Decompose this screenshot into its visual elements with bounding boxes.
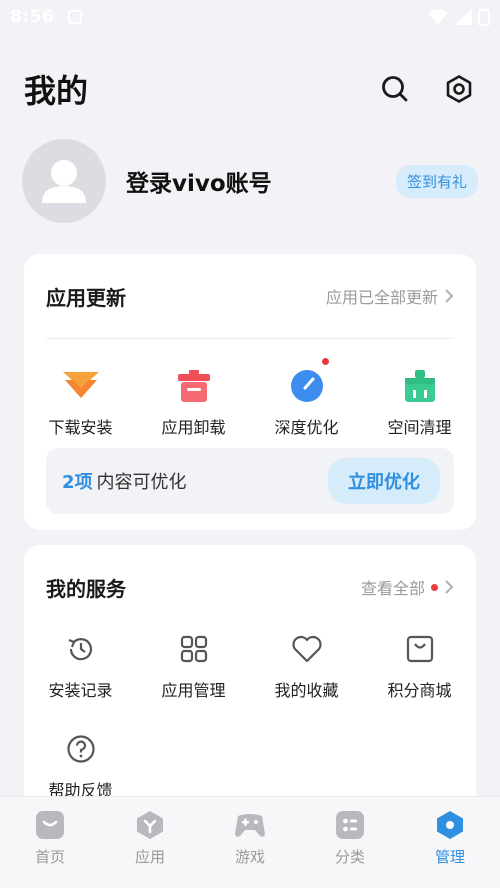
deep-optimize-label: 深度优化 <box>274 418 339 437</box>
checkin-badge[interactable]: 签到有礼 <box>395 164 478 198</box>
optimize-count: 2项 <box>62 472 93 493</box>
update-tools-grid: 下载安装 应用卸载 深度优化 空间清理 <box>24 358 476 438</box>
profile-section[interactable]: 登录vivo账号 签到有礼 <box>22 138 478 224</box>
app-manage-grid-icon <box>180 635 207 663</box>
tab-games[interactable]: 游戏 <box>200 797 300 888</box>
bottom-tab-bar: 首页 应用 游戏 分类 管理 <box>0 796 500 888</box>
help-question-icon <box>66 735 95 763</box>
tab-apps[interactable]: 应用 <box>100 797 200 888</box>
space-clean-label: 空间清理 <box>387 418 452 437</box>
view-all-red-dot <box>431 583 438 591</box>
my-favorites-item[interactable]: 我的收藏 <box>250 629 363 701</box>
help-feedback-item[interactable]: 帮助反馈 <box>24 729 137 801</box>
app-uninstall-item[interactable]: 应用卸载 <box>137 366 250 438</box>
view-all-link[interactable]: 查看全部 <box>361 575 454 599</box>
login-link[interactable]: 登录vivo账号 <box>126 164 272 198</box>
deep-optimize-icon <box>290 370 323 402</box>
optimize-now-button[interactable]: 立即优化 <box>328 458 440 504</box>
settings-icon <box>446 75 472 103</box>
points-mall-label: 积分商城 <box>387 681 452 700</box>
chevron-right-icon <box>445 580 454 594</box>
deep-optimize-item[interactable]: 深度优化 <box>250 358 363 438</box>
space-clean-item[interactable]: 空间清理 <box>363 366 476 438</box>
manage-hexagon-icon <box>437 811 463 839</box>
my-services-header: 我的服务 查看全部 <box>46 567 454 607</box>
tab-home-label: 首页 <box>34 848 65 866</box>
tab-manage[interactable]: 管理 <box>400 797 500 888</box>
user-placeholder-icon <box>42 160 86 203</box>
search-icon <box>382 76 408 102</box>
apps-icon <box>137 811 163 839</box>
app-updates-title: 应用更新 <box>46 285 126 310</box>
my-favorites-label: 我的收藏 <box>274 681 339 700</box>
download-install-item[interactable]: 下载安装 <box>24 366 137 438</box>
tab-manage-label: 管理 <box>434 848 465 866</box>
search-button[interactable] <box>378 72 412 106</box>
points-mall-icon <box>406 635 433 663</box>
signal-icon <box>454 9 472 25</box>
header: 我的 <box>24 64 476 114</box>
optimize-text: 内容可优化 <box>96 472 187 493</box>
divider <box>46 338 454 339</box>
avatar[interactable] <box>22 139 106 223</box>
install-history-icon <box>68 638 92 661</box>
battery-icon <box>478 8 490 26</box>
status-bar: 8:56 <box>0 0 500 34</box>
chevron-right-icon <box>445 289 454 303</box>
install-history-label: 安装记录 <box>48 681 113 700</box>
download-icon <box>62 372 99 398</box>
settings-button[interactable] <box>442 72 476 106</box>
wifi-icon <box>428 9 448 24</box>
tab-home[interactable]: 首页 <box>0 797 100 888</box>
app-updates-card: 应用更新 应用已全部更新 下载安装 应用卸载 深度优化 空间清理 2项 内容可优… <box>24 254 476 530</box>
app-updates-status-link[interactable]: 应用已全部更新 <box>326 284 454 308</box>
notification-icon <box>68 10 83 24</box>
optimize-banner: 2项 内容可优化 立即优化 <box>46 448 454 514</box>
services-grid-row1: 安装记录 应用管理 我的收藏 积分商城 <box>24 629 476 701</box>
tab-category-label: 分类 <box>334 848 365 866</box>
install-history-item[interactable]: 安装记录 <box>24 629 137 701</box>
heart-icon <box>291 635 322 663</box>
uninstall-trash-icon <box>177 370 210 402</box>
services-grid-row2: 帮助反馈 <box>24 729 476 801</box>
app-updates-status-text: 应用已全部更新 <box>325 288 438 307</box>
points-mall-item[interactable]: 积分商城 <box>363 629 476 701</box>
gamepad-icon <box>235 814 265 837</box>
app-updates-header[interactable]: 应用更新 应用已全部更新 <box>46 276 454 316</box>
deep-optimize-red-dot <box>321 358 329 365</box>
download-install-label: 下载安装 <box>48 418 113 437</box>
category-icon <box>336 811 364 839</box>
view-all-text: 查看全部 <box>360 579 425 598</box>
app-uninstall-label: 应用卸载 <box>161 418 226 437</box>
home-icon <box>36 811 64 839</box>
app-manage-label: 应用管理 <box>161 681 226 700</box>
space-clean-icon <box>404 370 435 402</box>
my-services-title: 我的服务 <box>46 576 126 601</box>
page-title: 我的 <box>24 72 89 110</box>
tab-category[interactable]: 分类 <box>300 797 400 888</box>
tab-apps-label: 应用 <box>134 848 165 866</box>
status-time: 8:56 <box>10 7 55 27</box>
app-manage-item[interactable]: 应用管理 <box>137 629 250 701</box>
tab-games-label: 游戏 <box>234 848 265 866</box>
